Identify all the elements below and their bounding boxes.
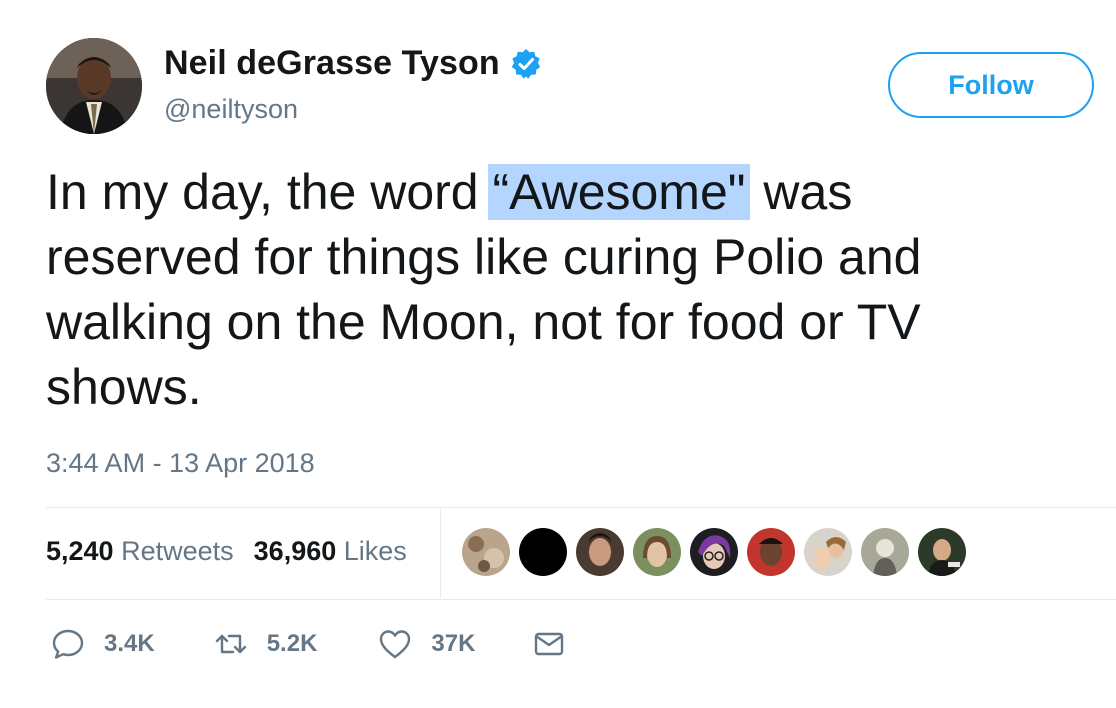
liker-avatar[interactable] — [918, 528, 966, 576]
liker-avatar[interactable] — [633, 528, 681, 576]
reply-count: 3.4K — [104, 630, 155, 657]
liker-avatar[interactable] — [861, 528, 909, 576]
retweet-icon — [215, 634, 246, 654]
selected-text-highlight: “Awesome" — [488, 164, 750, 220]
reply-icon — [52, 629, 84, 659]
tweet-line-2: reserved for things like curing Polio an… — [46, 229, 922, 285]
retweet-button[interactable]: 5.2K — [213, 626, 318, 662]
likes-label: Likes — [343, 536, 407, 566]
heart-icon — [380, 630, 411, 659]
like-count: 37K — [431, 630, 476, 657]
retweet-count: 5.2K — [266, 630, 318, 657]
tweet-actions: 3.4K 5.2K 37K — [50, 626, 567, 662]
tweet-line-4: shows. — [46, 359, 202, 415]
retweets-label: Retweets — [121, 536, 234, 566]
liker-avatar[interactable] — [690, 528, 738, 576]
tweet-text-segment: was — [749, 164, 853, 220]
tweet-card: Neil deGrasse Tyson @neiltyson Follow In… — [0, 0, 1116, 708]
tweet-timestamp[interactable]: 3:44 AM - 13 Apr 2018 — [46, 448, 315, 479]
user-handle[interactable]: @neiltyson — [164, 94, 298, 125]
liker-avatar[interactable] — [747, 528, 795, 576]
verified-badge-icon — [511, 48, 540, 79]
likes-count: 36,960 — [253, 536, 337, 566]
vertical-divider — [440, 508, 441, 598]
likes-stat[interactable]: 36,960 Likes — [254, 536, 407, 567]
name-row: Neil deGrasse Tyson — [164, 44, 542, 83]
liker-avatar[interactable] — [462, 528, 510, 576]
liker-avatars — [462, 528, 966, 576]
liker-avatar[interactable] — [804, 528, 852, 576]
divider — [46, 507, 1116, 508]
tweet-text: In my day, the word “Awesome" was reserv… — [46, 160, 1096, 420]
engagement-stats: 5,240 Retweets 36,960 Likes — [46, 536, 407, 567]
divider — [46, 599, 1116, 600]
tweet-line-3: walking on the Moon, not for food or TV — [46, 294, 921, 350]
display-name[interactable]: Neil deGrasse Tyson — [164, 44, 500, 83]
retweets-stat[interactable]: 5,240 Retweets — [46, 536, 234, 567]
envelope-icon — [535, 632, 564, 656]
direct-message-button[interactable] — [531, 626, 567, 662]
liker-avatar[interactable] — [519, 528, 567, 576]
tweet-text-segment: In my day, the word — [46, 164, 493, 220]
like-button[interactable]: 37K — [377, 626, 475, 662]
retweets-count: 5,240 — [46, 536, 114, 566]
follow-button[interactable]: Follow — [888, 52, 1094, 118]
liker-avatar[interactable] — [576, 528, 624, 576]
reply-button[interactable]: 3.4K — [50, 626, 155, 662]
tweet-line-1: In my day, the word “Awesome" was — [46, 160, 1096, 225]
avatar[interactable] — [46, 38, 142, 134]
